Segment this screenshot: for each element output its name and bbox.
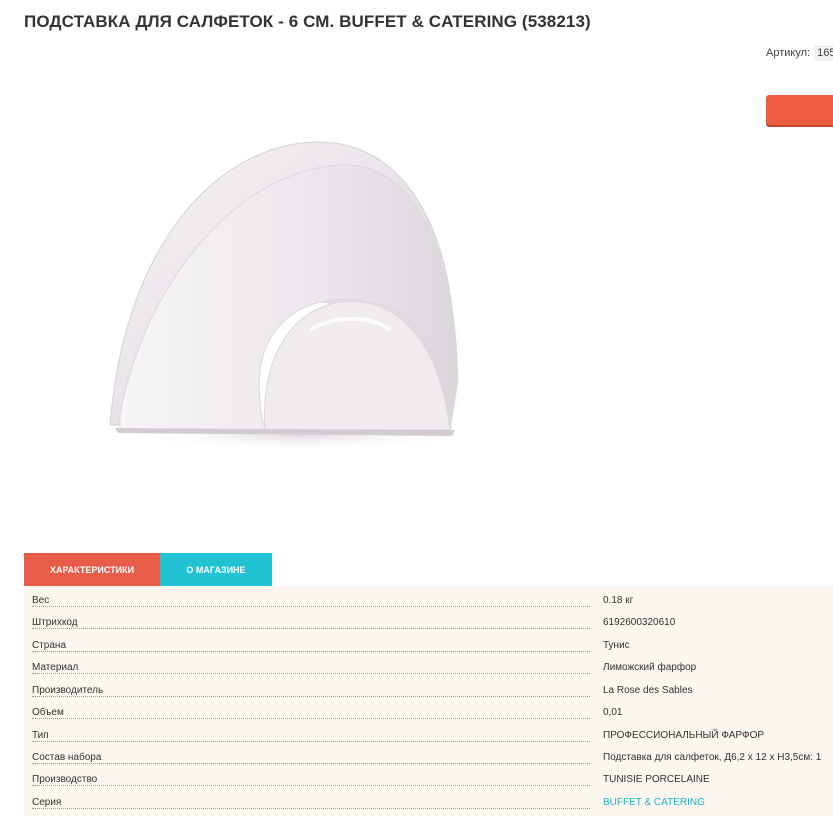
spec-value: La Rose des Sables [603,685,693,696]
spec-name: Страна [32,640,69,651]
spec-name: Производитель [32,685,106,696]
spec-row: Страна Тунис [24,636,833,658]
dotted-leader [32,628,590,629]
page-title: ПОДСТАВКА ДЛЯ САЛФЕТОК - 6 СМ. BUFFET & … [24,12,591,31]
spec-name: Серия [32,797,64,808]
tab-characteristics[interactable]: ХАРАКТЕРИСТИКИ [24,553,160,586]
dotted-leader [32,718,590,719]
spec-value: TUNISIE PORCELAINE [603,774,710,785]
dotted-leader [32,673,590,674]
tabs: ХАРАКТЕРИСТИКИ О МАГАЗИНЕ [24,553,272,586]
dotted-leader [32,651,590,652]
product-image [100,130,470,460]
tab-about-store[interactable]: О МАГАЗИНЕ [160,553,272,586]
spec-row: Вес 0.18 кг [24,591,833,613]
spec-row: Материал Лиможский фарфор [24,658,833,680]
spec-name: Объем [32,707,66,718]
spec-name: Материал [32,662,81,673]
specs-table: Вес 0.18 кг Штрихкод 6192600320610 Стран… [24,586,833,816]
spec-name: Производство [32,774,100,785]
dotted-leader [32,741,590,742]
spec-value: Тунис [603,640,630,651]
spec-value: 0.18 кг [603,595,634,606]
spec-value: ПРОФЕССИОНАЛЬНЫЙ ФАРФОР [603,730,765,741]
spec-name: Вес [32,595,52,606]
spec-row: Объем 0,01 [24,703,833,725]
dotted-leader [32,808,590,809]
spec-value: Лиможский фарфор [603,662,697,673]
spec-value: Подставка для салфеток, Д6,2 х 12 х Н3,5… [603,752,822,763]
spec-name: Состав набора [32,752,104,763]
spec-row: Производство TUNISIE PORCELAINE [24,770,833,792]
dotted-leader [32,696,590,697]
spec-name: Штрихкод [32,617,80,628]
spec-row: Производитель La Rose des Sables [24,681,833,703]
spec-row: Тип ПРОФЕССИОНАЛЬНЫЙ ФАРФОР [24,726,833,748]
article-value: 165 [814,45,833,61]
spec-name: Тип [32,730,51,741]
spec-row: Состав набора Подставка для салфеток, Д6… [24,748,833,770]
spec-value: 6192600320610 [603,617,676,628]
article-label: Артикул: [766,47,811,59]
spec-value: 0,01 [603,707,623,718]
buy-button[interactable] [766,95,833,125]
spec-row: Серия BUFFET & CATERING [24,793,833,815]
article-number: Артикул: 165 [766,45,833,61]
series-link[interactable]: BUFFET & CATERING [603,797,705,808]
spec-row: Штрихкод 6192600320610 [24,613,833,635]
dotted-leader [32,606,590,607]
dotted-leader [32,785,590,786]
dotted-leader [32,763,590,764]
